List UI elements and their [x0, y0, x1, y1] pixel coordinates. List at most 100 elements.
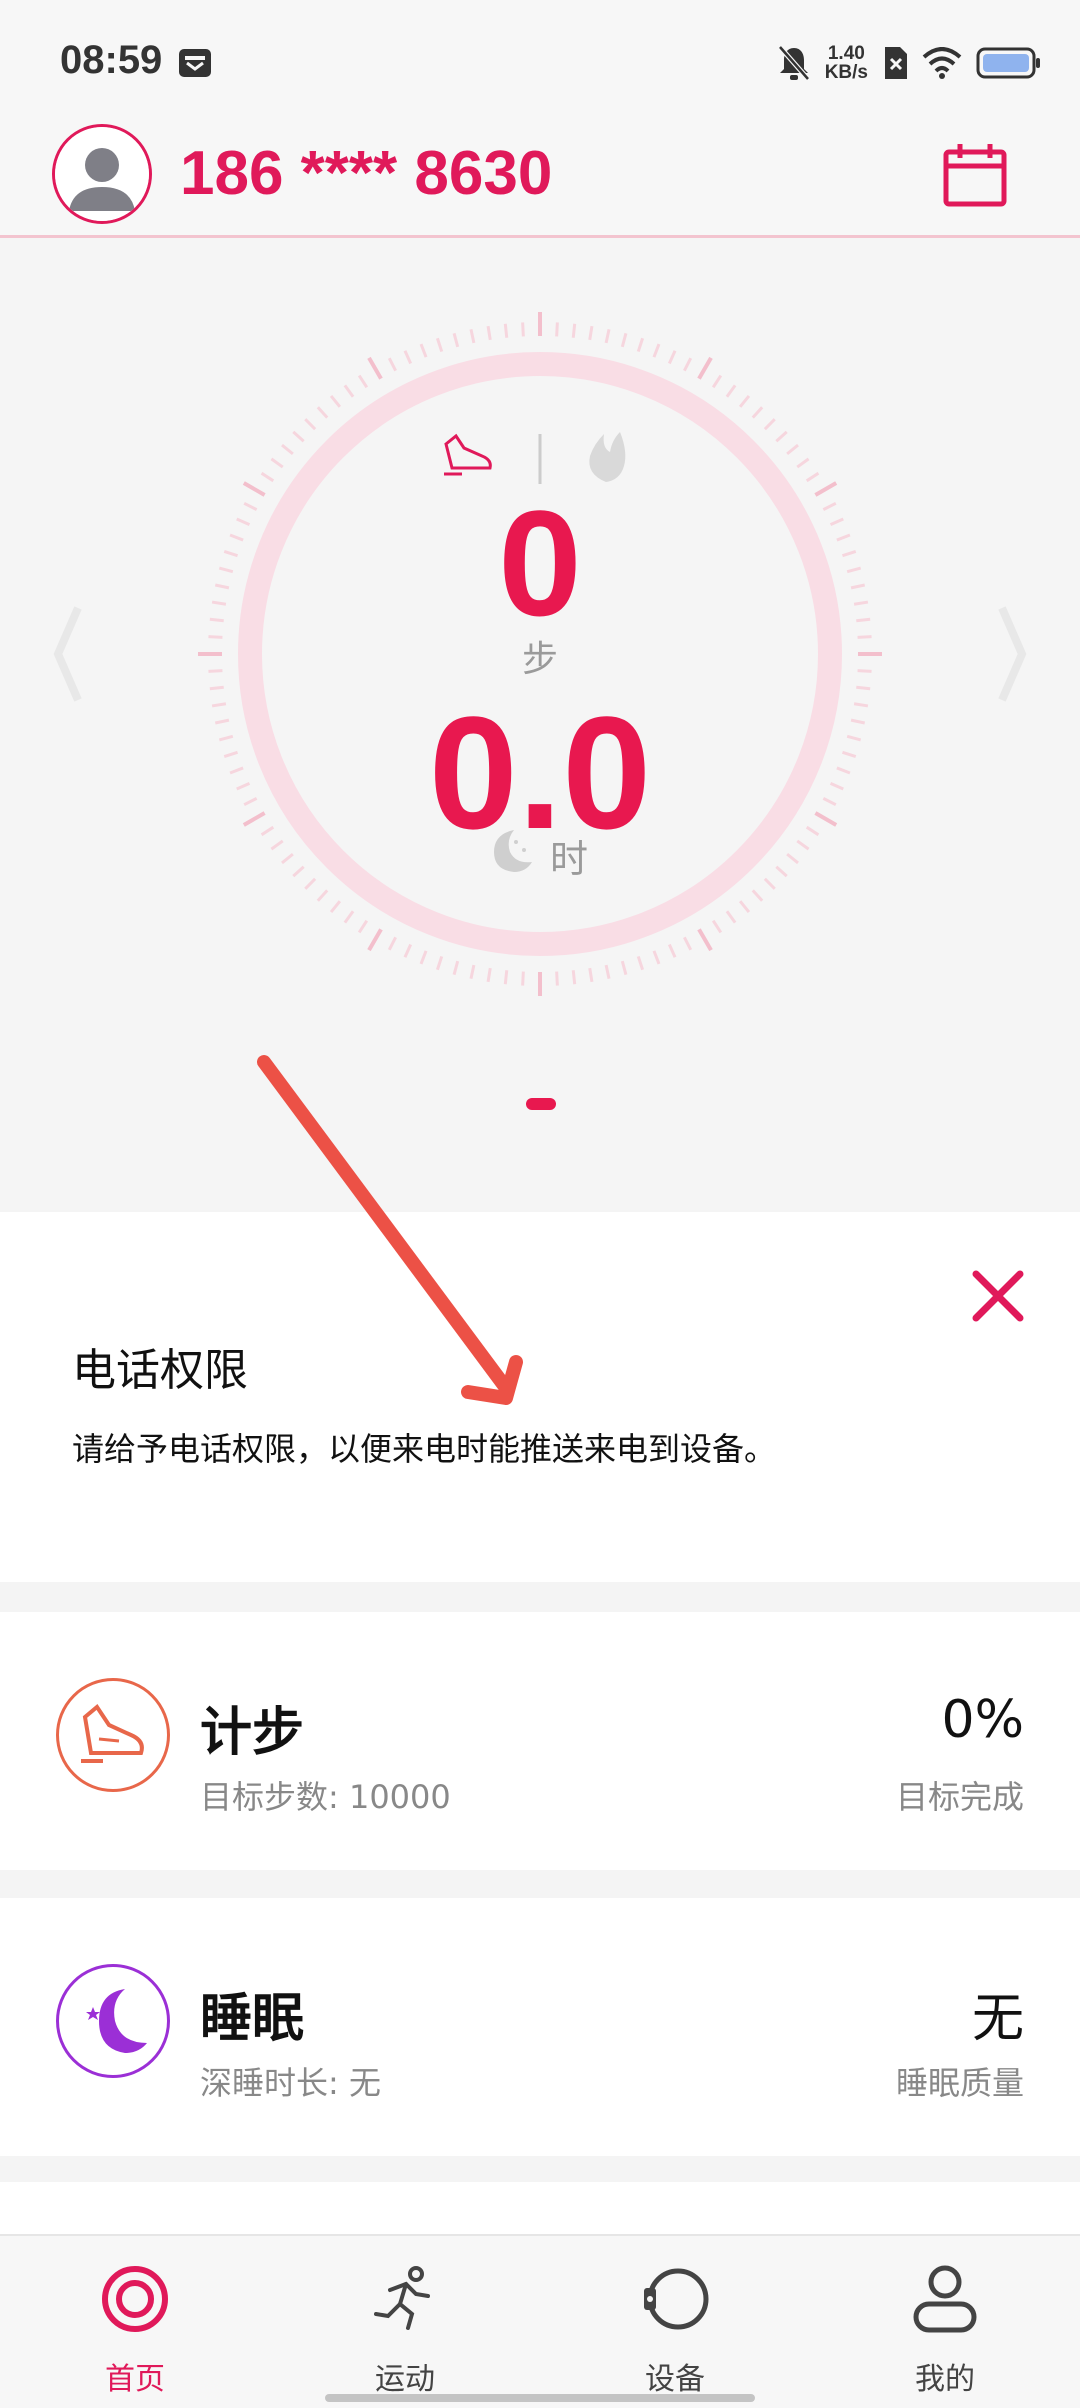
permission-title: 电话权限 — [72, 1345, 248, 1396]
ring-tick — [667, 943, 677, 958]
nav-device-label: 设备 — [645, 2362, 705, 2397]
ring-tick — [452, 332, 460, 348]
ring-tick — [636, 337, 645, 353]
ring-tick — [304, 877, 317, 890]
ring-tick — [738, 395, 751, 408]
ring-tick — [435, 955, 444, 971]
ring-tick — [763, 418, 776, 431]
ring-tick — [270, 457, 284, 469]
close-icon[interactable] — [966, 1264, 1030, 1328]
ring-tick — [503, 323, 509, 338]
ring-tick — [469, 328, 476, 344]
ring-tick — [652, 950, 661, 965]
ring-tick — [357, 919, 369, 934]
steps-completion-value: 0% — [941, 1690, 1025, 1750]
ring-tick — [367, 356, 383, 380]
steps-card[interactable]: 计步 目标步数: 10000 0% 目标完成 — [0, 1612, 1080, 1870]
nav-sport[interactable]: 运动 — [270, 2236, 540, 2408]
ring-tick — [711, 374, 723, 389]
ring-tick — [751, 406, 764, 419]
header: 186 **** 8630 — [0, 120, 1080, 238]
ring-tick — [435, 337, 444, 353]
nav-profile[interactable]: 我的 — [810, 2236, 1080, 2408]
phone-number: 186 **** 8630 — [180, 139, 553, 208]
permission-card: 电话权限 请给予电话权限，以便来电时能推送来电到设备。 — [0, 1212, 1080, 1582]
ring-tick — [329, 900, 342, 913]
ring-tick — [775, 430, 788, 443]
ring-tick — [683, 357, 693, 372]
ring-tick — [571, 323, 577, 338]
nav-home[interactable]: 首页 — [0, 2236, 270, 2408]
ring-tick — [555, 971, 559, 986]
ring-tick — [316, 889, 329, 902]
flame-icon — [589, 432, 626, 482]
steps-goal: 目标步数: 10000 — [200, 1778, 451, 1816]
user-icon — [913, 2265, 977, 2333]
ring-tick — [329, 395, 342, 408]
gesture-bar[interactable] — [325, 2394, 755, 2402]
ring-tick — [786, 443, 799, 456]
sleep-icon-circle — [56, 1964, 170, 2078]
ring-tick — [683, 936, 693, 951]
ring-tick — [636, 955, 645, 971]
next-card-peek — [0, 2182, 1080, 2234]
nav-device[interactable]: 设备 — [540, 2236, 810, 2408]
ring-tick — [620, 332, 628, 348]
permission-description: 请给予电话权限，以便来电时能推送来电到设备。 — [72, 1430, 777, 1468]
user-avatar-icon — [55, 127, 149, 221]
ring-tick — [604, 964, 611, 980]
sleep-quality-label: 睡眠质量 — [895, 2064, 1024, 2102]
ring-tick — [805, 471, 820, 483]
status-icons: 1.40 KB/s — [777, 38, 1042, 88]
ring-tick — [343, 910, 355, 924]
ring-tick — [403, 943, 413, 958]
ring-tick — [697, 356, 713, 380]
ring-tick — [588, 325, 594, 341]
ring-tick — [775, 865, 788, 878]
runner-icon — [374, 2266, 430, 2330]
steps-completion-label: 目标完成 — [895, 1778, 1024, 1816]
ring-tick — [292, 430, 305, 443]
sleep-card[interactable]: 睡眠 深睡时长: 无 无 睡眠质量 — [0, 1898, 1080, 2156]
avatar[interactable] — [52, 124, 152, 224]
wifi-icon — [922, 47, 962, 79]
watch-icon — [644, 2268, 709, 2330]
ring-tick — [652, 343, 661, 358]
steps-unit: 步 — [521, 639, 558, 680]
ring-tick — [316, 406, 329, 419]
sleep-hours-unit: 时 — [550, 837, 589, 881]
muted-bell-icon — [777, 45, 810, 81]
status-time: 08:59 — [60, 38, 163, 82]
steps-icon-circle — [56, 1678, 170, 1792]
battery-icon — [976, 47, 1040, 79]
ring-tick — [292, 865, 305, 878]
deep-sleep-duration: 深睡时长: 无 — [200, 2064, 381, 2102]
ring-tick — [786, 852, 799, 865]
sleep-quality-value: 无 — [971, 1989, 1024, 2049]
ring-tick — [387, 936, 397, 951]
ring-tick — [486, 967, 492, 983]
ring-tick — [503, 970, 509, 985]
ring-tick — [367, 928, 383, 952]
ring-tick — [763, 877, 776, 890]
ring-tick — [357, 374, 369, 389]
calendar-icon[interactable] — [940, 140, 1010, 210]
activity-dashboard[interactable]: 0 步 0.0 时 — [0, 238, 1080, 1210]
ring-tick — [209, 685, 224, 691]
sleep-title: 睡眠 — [200, 1989, 305, 2049]
ring-tick — [725, 384, 737, 398]
ring-tick — [571, 970, 577, 985]
ring-tick — [260, 471, 275, 483]
ring-tick — [403, 350, 413, 365]
ring-tick — [343, 384, 355, 398]
shoe-icon — [81, 1704, 144, 1763]
ring-tick — [738, 900, 751, 913]
ring-tick — [697, 928, 713, 952]
ring-tick — [387, 357, 397, 372]
shoe-icon — [444, 433, 492, 476]
ring-tick — [452, 960, 460, 976]
steps-value: 0 — [498, 479, 582, 647]
ring-tick — [419, 950, 428, 965]
notification-app-icon — [179, 49, 211, 77]
ring-tick — [725, 910, 737, 924]
